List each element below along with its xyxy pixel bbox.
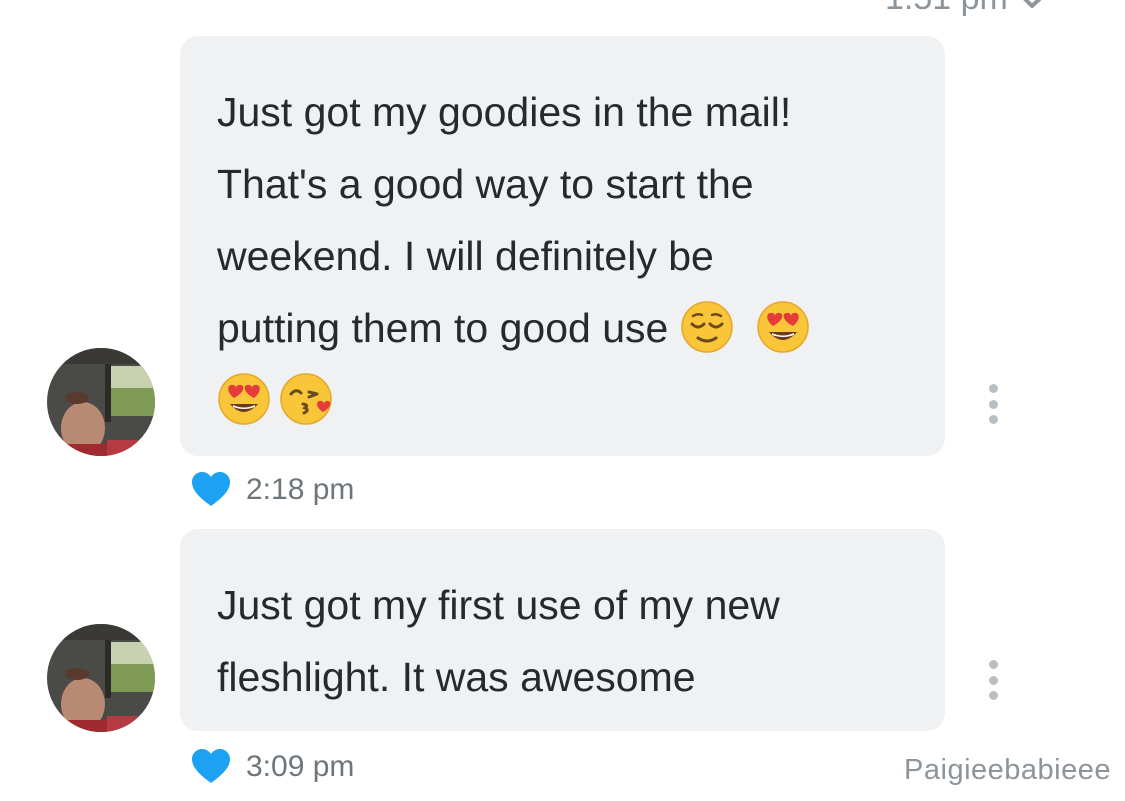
previous-message-meta: 1:51 pm	[885, 0, 1062, 18]
message-bubble[interactable]: Just got my goodies in the mail! That's …	[180, 36, 945, 456]
heart-icon[interactable]	[192, 472, 230, 508]
kissing-heart-emoji-icon	[279, 372, 333, 426]
watermark: Paigieebabieee	[904, 754, 1111, 786]
message-time: 3:09 pm	[246, 750, 355, 783]
message-bubble[interactable]: Just got my first use of my new fleshlig…	[180, 529, 945, 731]
avatar[interactable]	[47, 624, 155, 732]
message-meta: 3:09 pm	[192, 747, 354, 787]
more-vertical-icon[interactable]	[980, 660, 1006, 700]
chat-screen: 1:51 pm Just got my goodies in	[0, 0, 1125, 801]
avatar[interactable]	[47, 348, 155, 456]
message-meta: 2:18 pm	[192, 470, 354, 510]
heart-eyes-emoji-icon	[756, 300, 810, 354]
heart-icon[interactable]	[192, 749, 230, 785]
inline-emojis	[668, 301, 817, 353]
message-time: 2:18 pm	[246, 473, 355, 506]
next-line-emojis	[217, 373, 341, 425]
message-text: Just got my first use of my new fleshlig…	[217, 582, 780, 700]
double-check-icon	[1016, 0, 1062, 14]
more-vertical-icon[interactable]	[980, 384, 1006, 424]
previous-message-time: 1:51 pm	[885, 0, 1008, 18]
heart-eyes-emoji-icon	[217, 372, 271, 426]
relieved-face-emoji-icon	[680, 300, 734, 354]
message-text: Just got my goodies in the mail! That's …	[217, 76, 909, 436]
